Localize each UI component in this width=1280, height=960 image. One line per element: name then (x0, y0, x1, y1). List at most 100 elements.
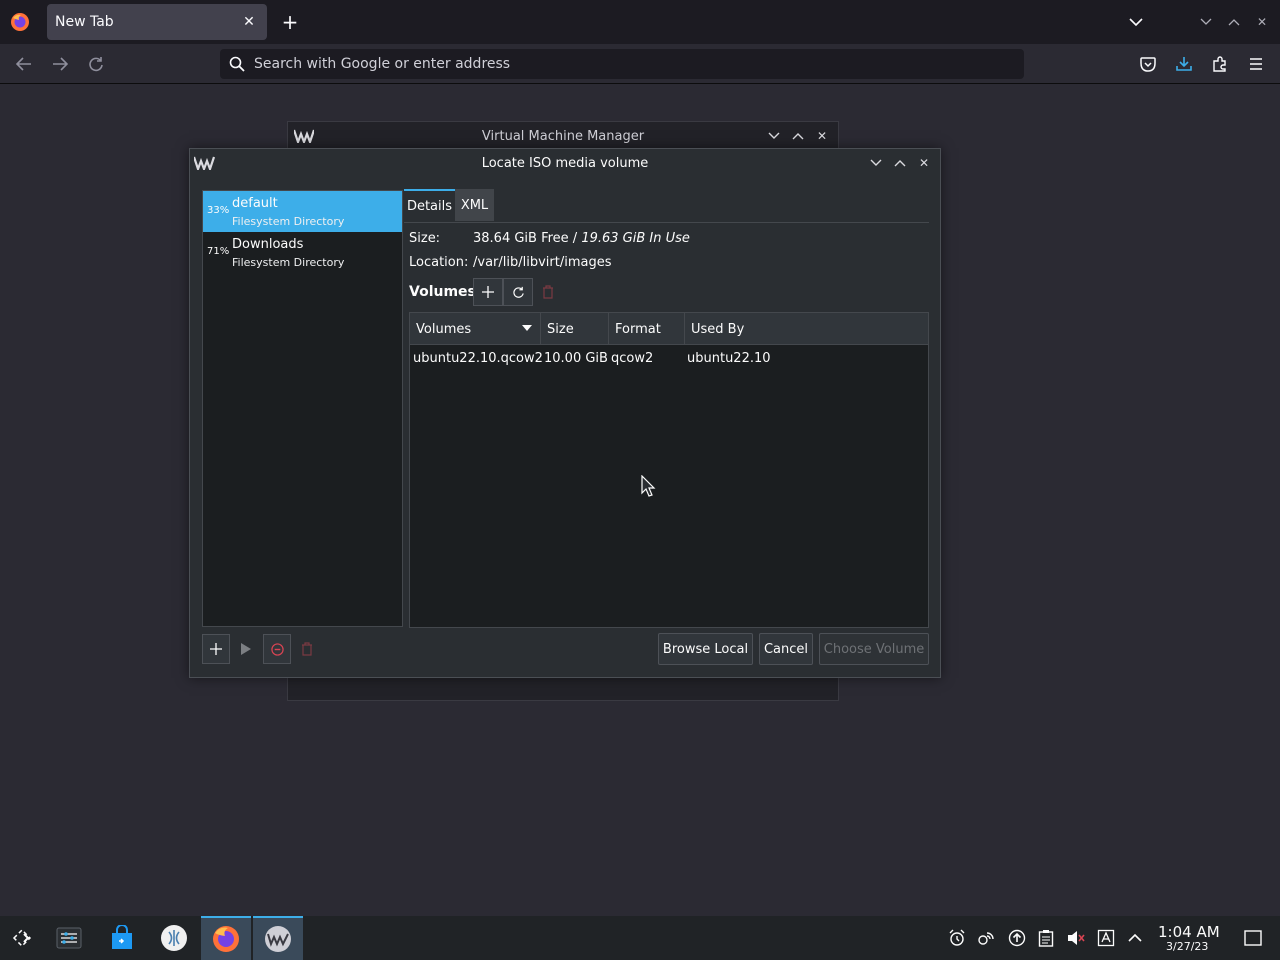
pool-name: Downloads (232, 237, 304, 252)
tab-xml[interactable]: XML (455, 189, 494, 221)
mouse-cursor-icon (641, 475, 656, 497)
clipboard-icon[interactable] (1036, 928, 1056, 948)
cell-volume-format: qcow2 (611, 351, 654, 366)
close-window-icon[interactable]: ✕ (1252, 12, 1272, 32)
locate-iso-dialog: Locate ISO media volume ✕ 33% default Fi… (189, 148, 941, 678)
column-header-size[interactable]: Size (541, 313, 609, 345)
pool-type: Filesystem Directory (232, 256, 345, 269)
size-value: 38.64 GiB Free / 19.63 GiB In Use (473, 231, 690, 246)
vmm-title: Virtual Machine Manager (481, 128, 645, 144)
table-header: Volumes Size Format Used By (410, 313, 928, 345)
minimize-icon[interactable] (764, 126, 784, 146)
stop-pool-button[interactable] (263, 634, 291, 664)
location-label: Location: (409, 255, 469, 270)
column-label: Format (615, 321, 661, 337)
list-all-tabs-button[interactable] (1124, 10, 1148, 34)
trash-icon (543, 285, 553, 299)
discover-store-icon[interactable] (106, 922, 138, 954)
stop-icon (270, 642, 284, 656)
url-input[interactable] (254, 56, 994, 72)
play-icon (241, 643, 251, 655)
sort-arrow-icon (522, 325, 532, 331)
column-header-format[interactable]: Format (609, 313, 685, 345)
alarm-icon[interactable] (947, 928, 967, 948)
search-icon (228, 55, 246, 73)
refresh-icon (512, 286, 524, 298)
choose-volume-button[interactable]: Choose Volume (819, 633, 929, 665)
delete-pool-button[interactable] (293, 634, 321, 664)
cancel-button[interactable]: Cancel (759, 633, 813, 665)
tab-title: New Tab (55, 14, 114, 30)
refresh-volumes-button[interactable] (503, 278, 533, 306)
back-arrow-icon[interactable] (12, 52, 36, 76)
clock-date[interactable]: 3/27/23 (1166, 940, 1208, 953)
browser-navbar (0, 44, 1280, 84)
minimize-icon[interactable] (866, 153, 886, 173)
plus-icon (482, 286, 494, 298)
column-label: Volumes (416, 321, 472, 337)
pool-usage-percent: 71% (207, 246, 230, 257)
pool-item-default[interactable]: 33% default Filesystem Directory (203, 191, 402, 232)
vmm-titlebar: Virtual Machine Manager ✕ (288, 122, 838, 150)
extensions-icon[interactable] (1208, 52, 1232, 76)
maximize-icon[interactable] (788, 126, 808, 146)
maximize-icon[interactable] (1224, 12, 1244, 32)
taskbar-vmm-icon[interactable] (253, 916, 303, 960)
maximize-icon[interactable] (890, 153, 910, 173)
column-header-volumes[interactable]: Volumes (410, 313, 541, 345)
cell-volume-used-by: ubuntu22.10 (687, 351, 771, 366)
pocket-icon[interactable] (1136, 52, 1160, 76)
close-icon[interactable]: ✕ (914, 153, 934, 173)
cell-volume-name: ubuntu22.10.qcow2 (413, 351, 543, 366)
app-launcher-icon[interactable] (6, 922, 38, 954)
system-settings-icon[interactable] (53, 922, 85, 954)
reload-icon[interactable] (84, 52, 108, 76)
firefox-logo-icon[interactable] (10, 12, 30, 32)
kde-connect-icon[interactable] (976, 928, 996, 948)
storage-pool-list[interactable]: 33% default Filesystem Directory 71% Dow… (202, 190, 403, 627)
pool-usage-percent: 33% (207, 205, 230, 216)
pool-name: default (232, 196, 278, 211)
column-label: Used By (691, 321, 745, 337)
pool-type: Filesystem Directory (232, 215, 345, 228)
clock-time[interactable]: 1:04 AM (1158, 923, 1220, 941)
browser-tab[interactable]: New Tab ✕ (47, 4, 267, 40)
tray-expand-icon[interactable] (1125, 928, 1145, 948)
close-icon[interactable]: ✕ (812, 126, 832, 146)
add-volume-button[interactable] (473, 278, 503, 306)
add-pool-button[interactable] (202, 634, 230, 664)
dialog-titlebar: Locate ISO media volume ✕ (190, 149, 940, 177)
forward-arrow-icon[interactable] (48, 52, 72, 76)
column-header-used-by[interactable]: Used By (685, 313, 928, 345)
volume-muted-icon[interactable] (1066, 928, 1086, 948)
tab-details[interactable]: Details (404, 189, 455, 221)
tab-close-icon[interactable]: ✕ (239, 12, 259, 32)
trash-icon (302, 642, 312, 656)
dialog-title: Locate ISO media volume (481, 155, 649, 171)
browse-local-button[interactable]: Browse Local (658, 633, 753, 665)
steam-icon[interactable] (158, 922, 190, 954)
pool-item-downloads[interactable]: 71% Downloads Filesystem Directory (203, 232, 402, 273)
updates-icon[interactable] (1007, 928, 1027, 948)
column-label: Size (547, 321, 574, 337)
hamburger-menu-icon[interactable] (1244, 52, 1268, 76)
browser-tabstrip: New Tab ✕ + ✕ (0, 0, 1280, 44)
new-tab-button[interactable]: + (278, 10, 302, 34)
taskbar-firefox-icon[interactable] (201, 916, 251, 960)
minimize-icon[interactable] (1196, 12, 1216, 32)
size-free: 38.64 GiB Free / (473, 231, 582, 246)
start-pool-button[interactable] (232, 634, 260, 664)
delete-volume-button[interactable] (533, 278, 563, 306)
plus-icon (210, 643, 222, 655)
input-method-icon[interactable] (1096, 928, 1116, 948)
show-desktop-icon[interactable] (1243, 928, 1263, 948)
taskbar (0, 916, 1280, 960)
volumes-table[interactable]: Volumes Size Format Used By ubuntu22.10.… (409, 312, 929, 628)
volumes-heading: Volumes (409, 284, 476, 300)
location-value: /var/lib/libvirt/images (473, 255, 612, 270)
size-label: Size: (409, 231, 441, 246)
downloads-icon[interactable] (1172, 52, 1196, 76)
vmm-logo-icon (294, 129, 314, 143)
tab-divider (404, 222, 929, 223)
address-bar[interactable] (220, 49, 1024, 79)
